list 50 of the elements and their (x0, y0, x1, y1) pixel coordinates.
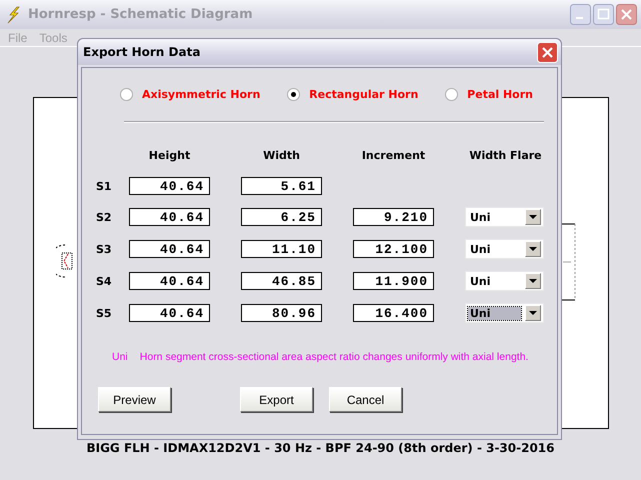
lightning-icon (6, 6, 20, 24)
preview-button[interactable]: Preview (98, 387, 171, 412)
row-label: S1 (96, 180, 112, 192)
dropdown[interactable]: Uni (465, 239, 544, 259)
dropdown[interactable]: Uni (465, 271, 544, 291)
dialog-title: Export Horn Data (83, 45, 200, 59)
column-header: Increment (360, 149, 426, 162)
window-title: Hornresp - Schematic Diagram (28, 7, 254, 22)
input-field[interactable]: 40.64 (129, 208, 210, 226)
input-field[interactable]: 12.100 (353, 240, 434, 258)
radio-button[interactable] (287, 88, 300, 101)
legend-key: Uni (112, 351, 128, 363)
input-field[interactable]: 46.85 (241, 272, 322, 290)
dropdown[interactable]: Uni (465, 207, 544, 227)
caret-icon[interactable] (525, 209, 541, 225)
input-field[interactable]: 9.210 (353, 208, 434, 226)
radio-label: Petal Horn (467, 88, 533, 101)
input-field[interactable]: 11.900 (353, 272, 434, 290)
input-field[interactable]: 40.64 (129, 240, 210, 258)
row-label: S4 (96, 274, 112, 288)
input-field[interactable]: 5.61 (241, 177, 322, 195)
column-header: Width Flare (468, 149, 543, 162)
input-field[interactable]: 40.64 (129, 177, 210, 195)
row-label: S5 (96, 306, 112, 320)
cancel-button[interactable]: Cancel (329, 387, 402, 412)
maximize-button[interactable] (593, 4, 614, 25)
radio-label: Rectangular Horn (309, 88, 418, 101)
column-header: Height (148, 149, 192, 162)
radio-label: Axisymmetric Horn (142, 88, 260, 101)
caret-icon[interactable] (525, 241, 541, 257)
input-field[interactable]: 11.10 (241, 240, 322, 258)
radio-button[interactable] (120, 88, 133, 101)
row-label: S3 (96, 242, 112, 256)
dropdown[interactable]: Uni (465, 303, 544, 323)
input-field[interactable]: 16.400 (353, 304, 434, 322)
input-field[interactable]: 40.64 (129, 304, 210, 322)
driver-drawing (56, 244, 74, 278)
close-button[interactable] (616, 4, 637, 25)
radio-button[interactable] (445, 88, 458, 101)
export-button[interactable]: Export (240, 387, 313, 412)
column-header: Width (262, 149, 301, 162)
input-field[interactable]: 40.64 (129, 272, 210, 290)
input-field[interactable]: 80.96 (241, 304, 322, 322)
minimize-button[interactable] (570, 4, 591, 25)
input-field[interactable]: 6.25 (241, 208, 322, 226)
legend-text: Horn segment cross-sectional area aspect ratio changes uniformly with axial length. (140, 351, 528, 363)
caret-icon[interactable] (525, 305, 541, 321)
row-label: S2 (96, 210, 112, 224)
diagram-caption: BIGG FLH - IDMAX12D2V1 - 30 Hz - BPF 24-90 (8th order) - 3-30-2016 (86, 441, 555, 455)
caret-icon[interactable] (525, 273, 541, 289)
